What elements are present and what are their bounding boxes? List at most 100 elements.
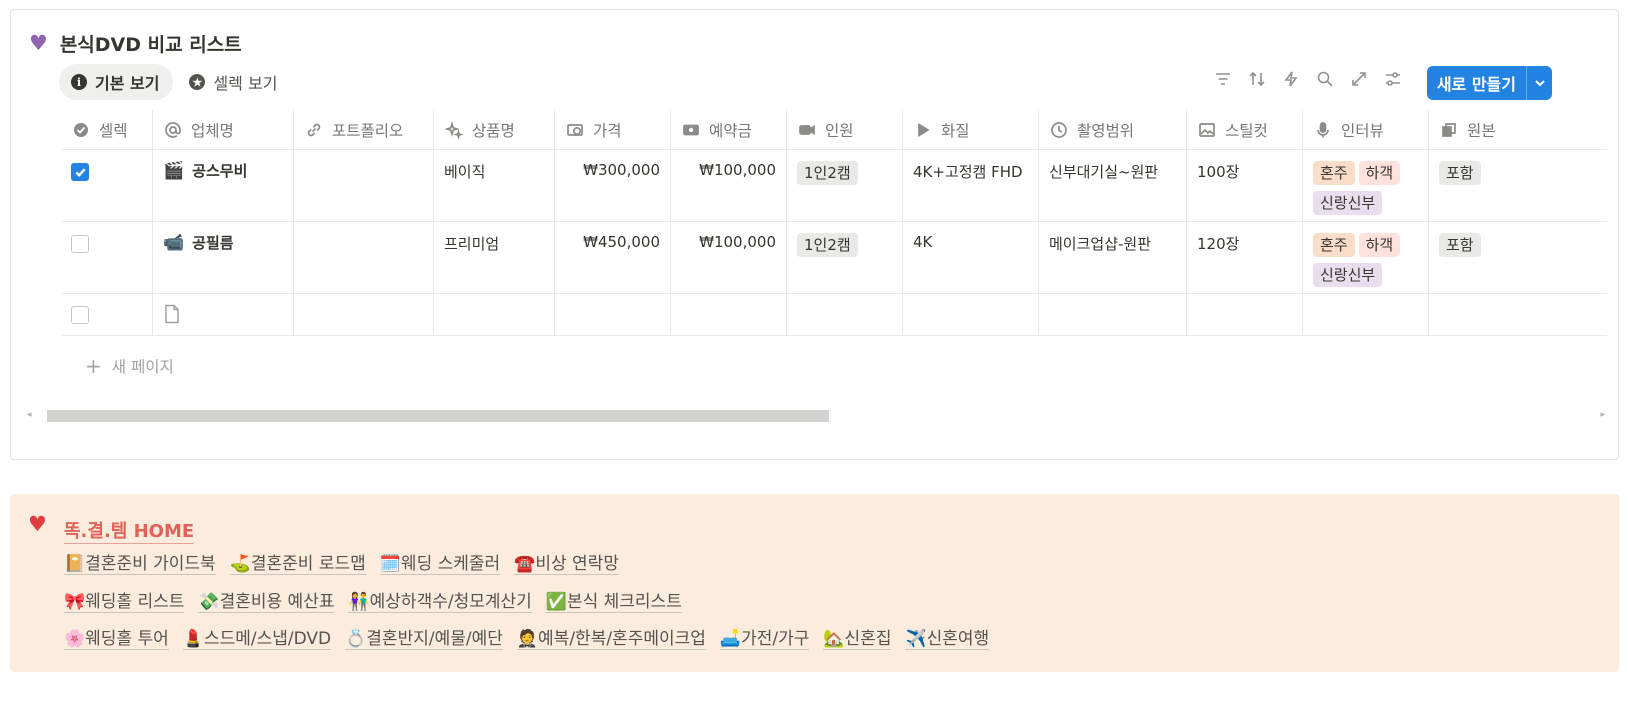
price-cell[interactable] xyxy=(555,294,671,335)
company-name[interactable]: 공스무비 xyxy=(192,161,247,181)
chevron-down-icon[interactable] xyxy=(1526,66,1552,100)
tab-select-view[interactable]: ★ 셀렉 보기 xyxy=(177,64,291,100)
portfolio-cell[interactable] xyxy=(294,222,434,293)
product-cell[interactable]: 프리미엄 xyxy=(434,222,555,293)
at-icon xyxy=(163,120,183,140)
link-sdm-snap-dvd[interactable]: 💄스드메/스냅/DVD xyxy=(182,624,332,650)
people-cell[interactable]: 1인2캠 xyxy=(787,222,903,293)
stills-cell[interactable]: 100장 xyxy=(1187,150,1303,221)
link-guidebook[interactable]: 📔결혼준비 가이드북 xyxy=(64,549,216,575)
column-header-product[interactable]: 상품명 xyxy=(434,110,555,149)
table-row-empty[interactable] xyxy=(61,294,1607,336)
column-label: 포트폴리오 xyxy=(332,121,404,140)
video-camera-icon: 📹 xyxy=(163,233,185,253)
select-checkbox[interactable] xyxy=(71,306,89,324)
link-honeymoon[interactable]: ✈️신혼여행 xyxy=(905,624,990,650)
link-guest-calculator[interactable]: 👫예상하객수/청모계산기 xyxy=(348,587,532,613)
horizontal-scrollbar[interactable]: ◂ ▸ xyxy=(27,408,1605,422)
image-icon xyxy=(1197,120,1217,140)
select-cell xyxy=(61,294,153,335)
link-rings-gifts[interactable]: 💍결혼반지/예물/예단 xyxy=(345,624,503,650)
original-cell[interactable]: 포함 xyxy=(1429,150,1539,221)
quality-cell[interactable]: 4K xyxy=(903,222,1039,293)
range-cell[interactable] xyxy=(1039,294,1187,335)
new-button[interactable]: 새로 만들기 xyxy=(1427,66,1526,100)
price-cell[interactable]: ₩300,000 xyxy=(555,150,671,221)
link-roadmap[interactable]: ⛳결혼준비 로드맵 xyxy=(229,549,366,575)
portfolio-cell[interactable] xyxy=(294,150,434,221)
search-icon[interactable] xyxy=(1314,68,1336,90)
original-cell[interactable]: 포함 xyxy=(1429,222,1539,293)
deposit-cell[interactable]: ₩100,000 xyxy=(671,150,787,221)
interview-tag: 하객 xyxy=(1358,161,1401,185)
portfolio-cell[interactable] xyxy=(294,294,434,335)
company-cell[interactable] xyxy=(153,294,294,335)
new-button-group: 새로 만들기 xyxy=(1426,66,1552,100)
deposit-cell[interactable] xyxy=(671,294,787,335)
company-name[interactable]: 공필름 xyxy=(192,233,233,253)
range-cell[interactable]: 신부대기실~원판 xyxy=(1039,150,1187,221)
database-title-bar: ♥ 본식DVD 비교 리스트 xyxy=(29,30,242,57)
new-page-button[interactable]: + 새 페이지 xyxy=(85,355,174,377)
scroll-right-arrow-icon[interactable]: ▸ xyxy=(1600,410,1605,420)
table-row[interactable]: 🎬 공스무비 베이직 ₩300,000 ₩100,000 1인2캠 4K+고정캠… xyxy=(61,150,1607,222)
link-ceremony-checklist[interactable]: ✅본식 체크리스트 xyxy=(545,587,682,613)
link-scheduler[interactable]: 🗓️웨딩 스케줄러 xyxy=(379,549,501,575)
link-formal-wear[interactable]: 🤵예복/한복/혼주메이크업 xyxy=(516,624,706,650)
lightning-icon[interactable] xyxy=(1280,68,1302,90)
quality-cell[interactable]: 4K+고정캠 FHD xyxy=(903,150,1039,221)
home-link[interactable]: 똑.결.템 HOME xyxy=(64,517,195,544)
expand-icon[interactable] xyxy=(1348,68,1370,90)
people-cell[interactable]: 1인2캠 xyxy=(787,150,903,221)
link-row: 🌸웨딩홀 투어 💄스드메/스냅/DVD 💍결혼반지/예물/예단 🤵예복/한복/혼… xyxy=(64,624,990,650)
link-wedding-hall-list[interactable]: 🎀웨딩홀 리스트 xyxy=(64,587,185,613)
interview-tag: 하객 xyxy=(1358,233,1401,257)
link-new-home[interactable]: 🏡신혼집 xyxy=(823,624,892,650)
people-tag: 1인2캠 xyxy=(797,161,858,185)
interview-cell[interactable] xyxy=(1303,294,1429,335)
stills-cell[interactable]: 120장 xyxy=(1187,222,1303,293)
navigation-callout: ♥ 똑.결.템 HOME 📔결혼준비 가이드북 ⛳결혼준비 로드맵 🗓️웨딩 스… xyxy=(10,494,1619,672)
link-appliances-furniture[interactable]: 🛋️가전/가구 xyxy=(719,624,810,650)
column-header-range[interactable]: 촬영범위 xyxy=(1039,110,1187,149)
column-header-price[interactable]: 가격 xyxy=(555,110,671,149)
column-header-original[interactable]: 원본 xyxy=(1429,110,1539,149)
column-header-stills[interactable]: 스틸컷 xyxy=(1187,110,1303,149)
scroll-thumb[interactable] xyxy=(47,410,829,422)
interview-tag: 신랑신부 xyxy=(1313,263,1383,287)
people-cell[interactable] xyxy=(787,294,903,335)
settings-icon[interactable] xyxy=(1382,68,1404,90)
product-cell[interactable]: 베이직 xyxy=(434,150,555,221)
table-row[interactable]: 📹 공필름 프리미엄 ₩450,000 ₩100,000 1인2캠 4K 메이크… xyxy=(61,222,1607,294)
column-header-deposit[interactable]: 예약금 xyxy=(671,110,787,149)
link-budget[interactable]: 💸결혼비용 예산표 xyxy=(198,587,335,613)
select-checkbox[interactable] xyxy=(71,235,89,253)
original-cell[interactable] xyxy=(1429,294,1539,335)
sort-icon[interactable] xyxy=(1246,68,1268,90)
deposit-cell[interactable]: ₩100,000 xyxy=(671,222,787,293)
stills-cell[interactable] xyxy=(1187,294,1303,335)
interview-cell[interactable]: 혼주 하객신랑신부 xyxy=(1303,150,1429,221)
original-tag: 포함 xyxy=(1439,161,1481,185)
interview-cell[interactable]: 혼주 하객신랑신부 xyxy=(1303,222,1429,293)
column-header-select[interactable]: 셀렉 xyxy=(61,110,153,149)
tab-basic-view[interactable]: i 기본 보기 xyxy=(59,64,174,100)
price-cell[interactable]: ₩450,000 xyxy=(555,222,671,293)
scroll-left-arrow-icon[interactable]: ◂ xyxy=(27,410,32,420)
select-checkbox[interactable] xyxy=(71,163,89,181)
quality-cell[interactable] xyxy=(903,294,1039,335)
company-cell[interactable]: 📹 공필름 xyxy=(153,222,294,293)
column-header-quality[interactable]: 화질 xyxy=(903,110,1039,149)
column-header-portfolio[interactable]: 포트폴리오 xyxy=(294,110,434,149)
column-header-people[interactable]: 인원 xyxy=(787,110,903,149)
database-title[interactable]: 본식DVD 비교 리스트 xyxy=(60,30,242,57)
link-hall-tour[interactable]: 🌸웨딩홀 투어 xyxy=(64,624,169,650)
column-header-company[interactable]: 업체명 xyxy=(153,110,294,149)
company-cell[interactable]: 🎬 공스무비 xyxy=(153,150,294,221)
link-emergency-contacts[interactable]: ☎️비상 연락망 xyxy=(514,549,619,575)
range-cell[interactable]: 메이크업샵-원판 xyxy=(1039,222,1187,293)
tab-label: 기본 보기 xyxy=(95,74,160,93)
filter-icon[interactable] xyxy=(1212,68,1234,90)
product-cell[interactable] xyxy=(434,294,555,335)
column-header-interview[interactable]: 인터뷰 xyxy=(1303,110,1429,149)
